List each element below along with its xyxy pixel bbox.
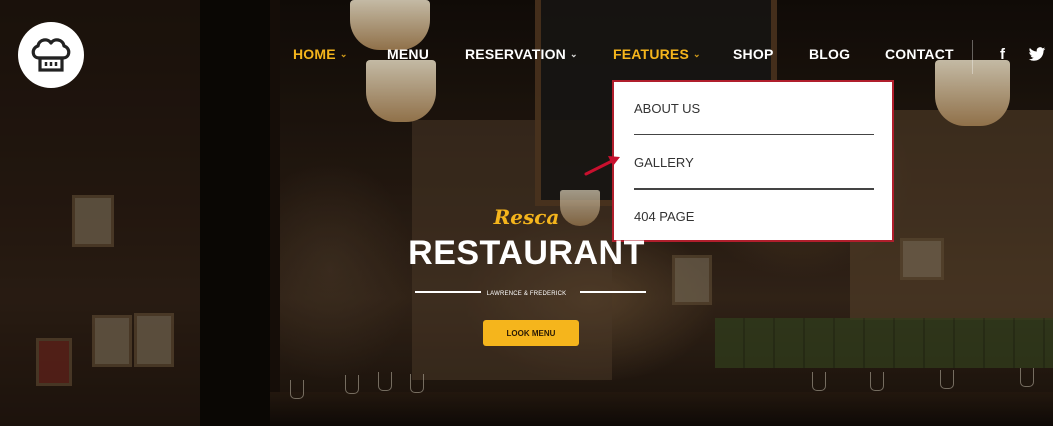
nav-blog[interactable]: BLOG bbox=[809, 46, 850, 62]
facebook-icon[interactable]: f bbox=[1000, 46, 1005, 63]
hero-script-title: Resca bbox=[493, 205, 560, 229]
chevron-down-icon: ⌄ bbox=[570, 49, 578, 59]
nav-menu[interactable]: MENU bbox=[387, 46, 429, 62]
nav-contact-label: CONTACT bbox=[885, 46, 954, 62]
nav-features-label: FEATURES bbox=[613, 46, 690, 62]
nav-divider bbox=[972, 40, 973, 74]
chevron-down-icon: ⌄ bbox=[339, 49, 348, 59]
dropdown-item-about-us[interactable]: ABOUT US bbox=[634, 101, 874, 116]
twitter-bird-glyph bbox=[1028, 47, 1046, 61]
dropdown-item-gallery[interactable]: GALLERY bbox=[634, 155, 874, 170]
nav-blog-label: BLOG bbox=[809, 46, 851, 62]
look-menu-button[interactable]: LOOK MENU bbox=[483, 320, 579, 346]
hero-subtitle: LAWRENCE & FREDERICK bbox=[486, 291, 567, 297]
nav-menu-label: MENU bbox=[387, 46, 430, 62]
nav-shop[interactable]: SHOP bbox=[733, 46, 773, 62]
hero-title: RESTAURANT bbox=[408, 234, 645, 272]
nav-home-label: HOME bbox=[293, 46, 336, 62]
site-logo[interactable] bbox=[18, 22, 84, 88]
nav-contact[interactable]: CONTACT bbox=[885, 46, 954, 62]
nav-shop-label: SHOP bbox=[733, 46, 774, 62]
chef-hat-icon bbox=[31, 38, 71, 72]
twitter-icon[interactable] bbox=[1028, 47, 1046, 66]
dropdown-divider bbox=[634, 134, 874, 135]
nav-reservation[interactable]: RESERVATION ⌄ bbox=[465, 46, 578, 62]
nav-reservation-label: RESERVATION bbox=[465, 46, 566, 62]
nav-home[interactable]: HOME ⌄ bbox=[293, 46, 348, 62]
nav-features[interactable]: FEATURES ⌄ bbox=[613, 46, 701, 62]
dropdown-divider bbox=[634, 188, 874, 190]
chevron-down-icon: ⌄ bbox=[693, 49, 701, 59]
annotation-arrow-icon bbox=[584, 156, 620, 176]
